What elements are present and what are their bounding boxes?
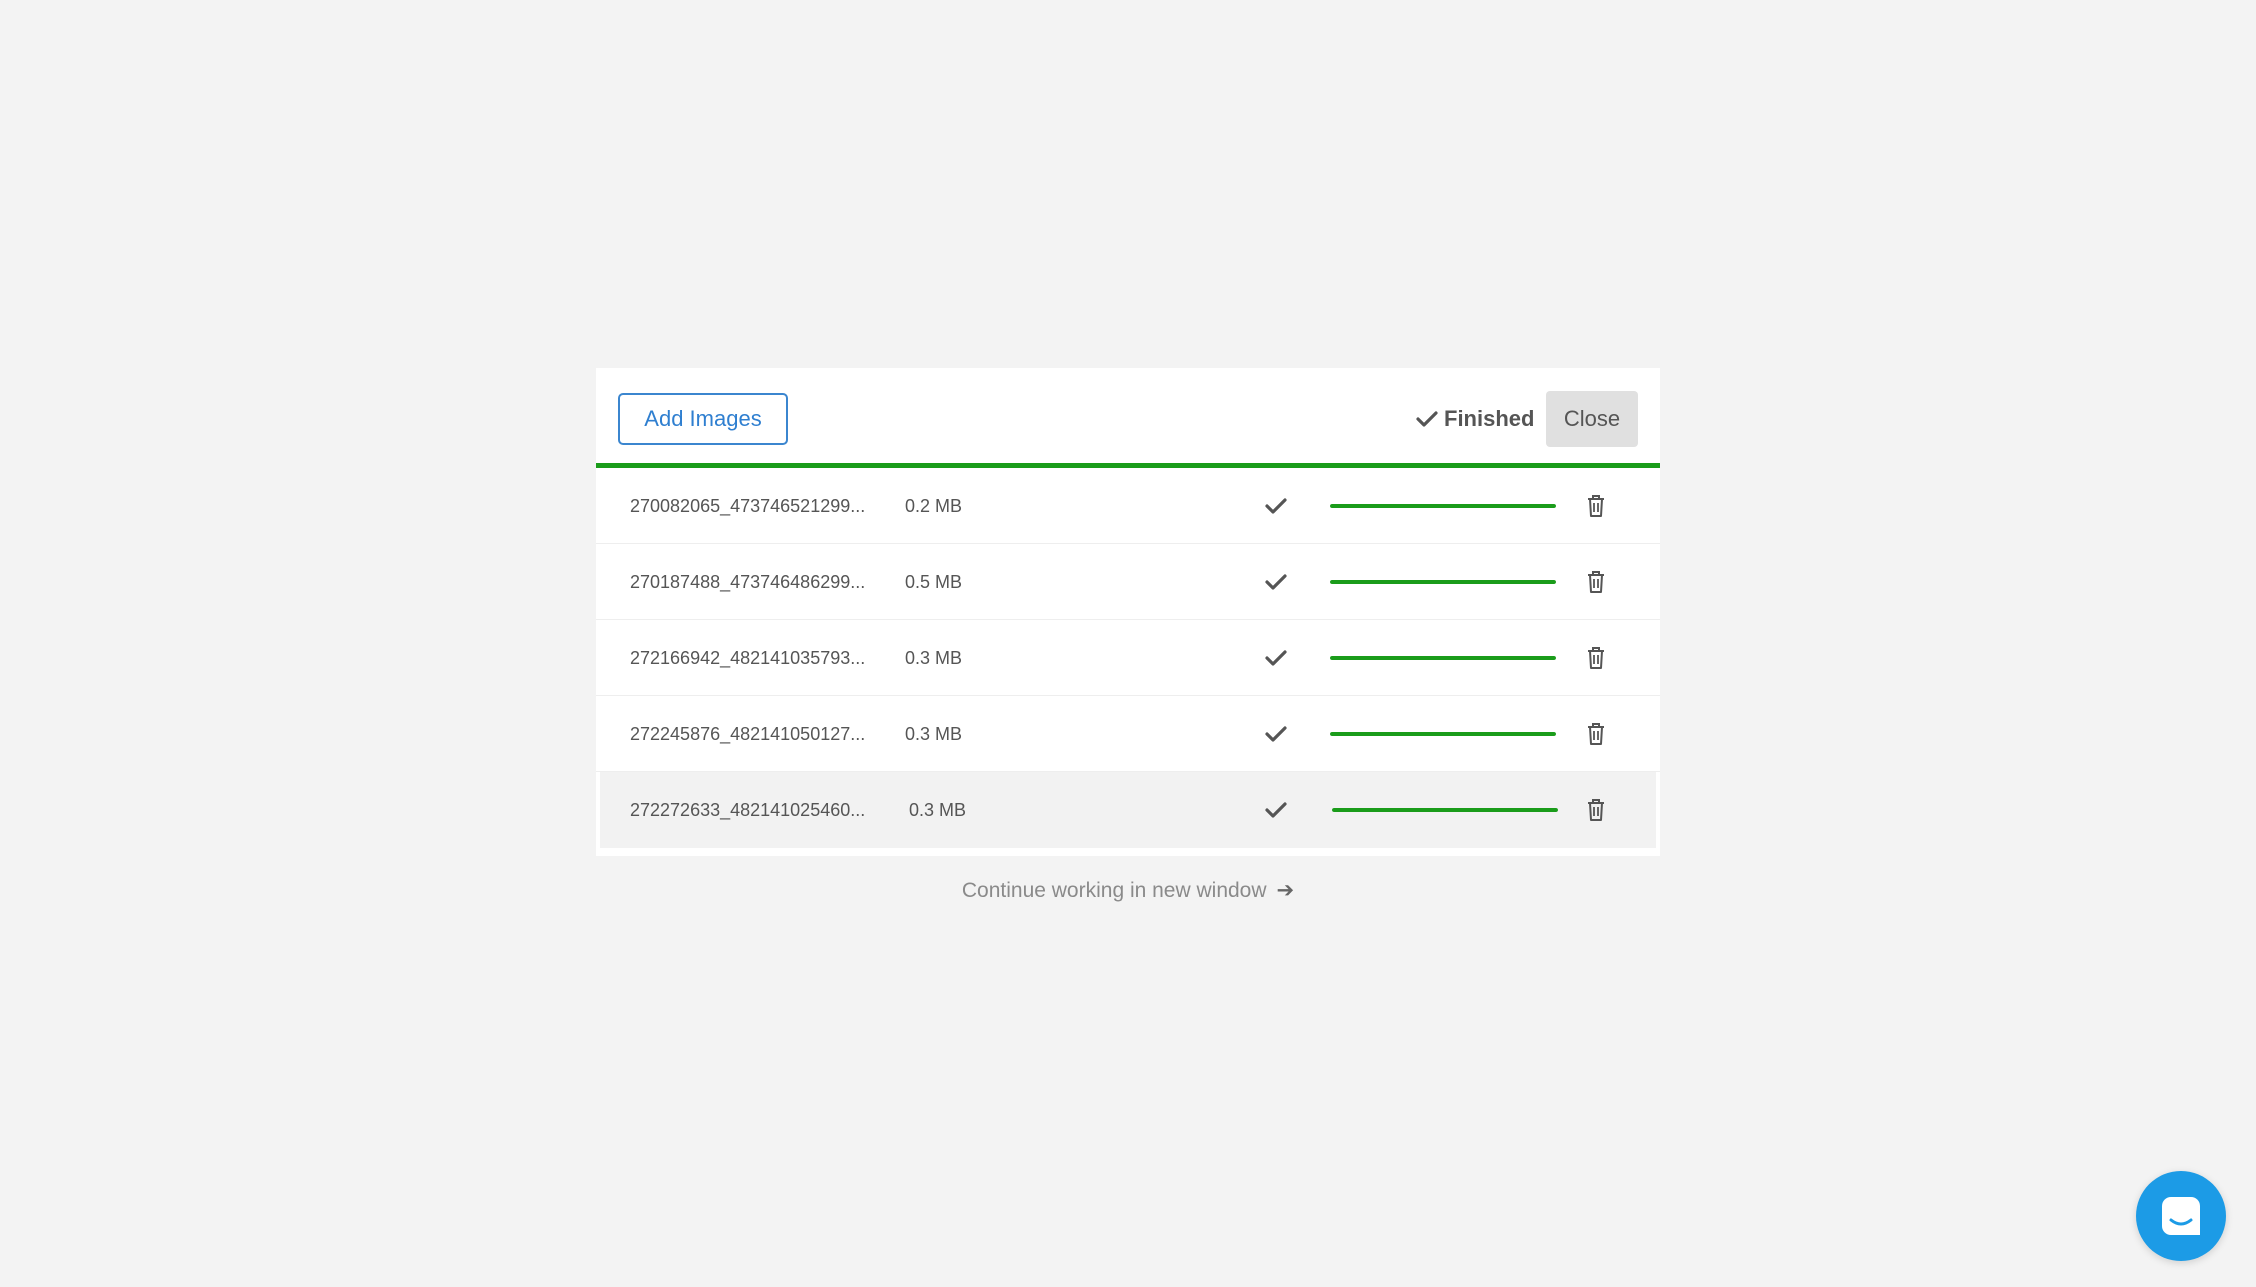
trash-icon[interactable] <box>1586 494 1606 518</box>
upload-progress-bar <box>1330 656 1556 660</box>
progress-fill <box>1330 504 1556 508</box>
file-size: 0.3 MB <box>905 724 963 744</box>
progress-fill <box>1330 580 1556 584</box>
check-icon <box>1265 726 1287 742</box>
file-name: 272272633_482141025460... <box>630 800 866 820</box>
status-label: Finished <box>1444 406 1535 431</box>
file-row: 272166942_482141035793... 0.3 MB <box>596 620 1660 696</box>
upload-progress-bar <box>1330 504 1556 508</box>
file-list: 270082065_473746521299... 0.2 MB 2701874… <box>596 468 1660 848</box>
continue-label: Continue working in new window <box>961 879 1267 902</box>
close-button[interactable]: Close <box>1546 391 1638 447</box>
check-icon <box>1265 498 1287 514</box>
check-icon <box>1265 650 1287 666</box>
dialog-header: Add Images Finished Close <box>596 368 1660 468</box>
chat-icon <box>2162 1197 2200 1235</box>
file-row: 270082065_473746521299... 0.2 MB <box>596 468 1660 544</box>
check-icon <box>1265 574 1287 590</box>
file-size: 0.3 MB <box>909 800 967 820</box>
check-icon <box>1416 411 1438 427</box>
file-size: 0.5 MB <box>905 572 963 592</box>
trash-icon[interactable] <box>1586 570 1606 594</box>
trash-icon[interactable] <box>1586 798 1606 822</box>
continue-in-new-window-link[interactable]: Continue working in new window ➔ <box>0 878 2256 903</box>
upload-status: Finished <box>1416 396 1534 442</box>
upload-progress-bar <box>1330 732 1556 736</box>
file-row: 272245876_482141050127... 0.3 MB <box>596 696 1660 772</box>
progress-fill <box>1330 656 1556 660</box>
trash-icon[interactable] <box>1586 646 1606 670</box>
trash-icon[interactable] <box>1586 722 1606 746</box>
upload-progress-bar <box>1330 580 1556 584</box>
file-row: 272272633_482141025460... 0.3 MB <box>600 772 1656 848</box>
arrow-right-icon: ➔ <box>1276 879 1295 902</box>
add-images-button[interactable]: Add Images <box>618 393 788 445</box>
file-name: 270082065_473746521299... <box>630 496 866 516</box>
file-name: 272245876_482141050127... <box>630 724 866 744</box>
file-row: 270187488_473746486299... 0.5 MB <box>596 544 1660 620</box>
upload-progress-bar <box>1332 808 1558 812</box>
file-size: 0.3 MB <box>905 648 963 668</box>
file-name: 272166942_482141035793... <box>630 648 866 668</box>
progress-fill <box>1330 732 1556 736</box>
progress-fill <box>1332 808 1558 812</box>
upload-dialog: Add Images Finished Close 270082065_4737… <box>596 368 1660 856</box>
check-icon <box>1265 802 1287 818</box>
file-size: 0.2 MB <box>905 496 963 516</box>
file-name: 270187488_473746486299... <box>630 572 866 592</box>
chat-launcher-button[interactable] <box>2136 1171 2226 1261</box>
